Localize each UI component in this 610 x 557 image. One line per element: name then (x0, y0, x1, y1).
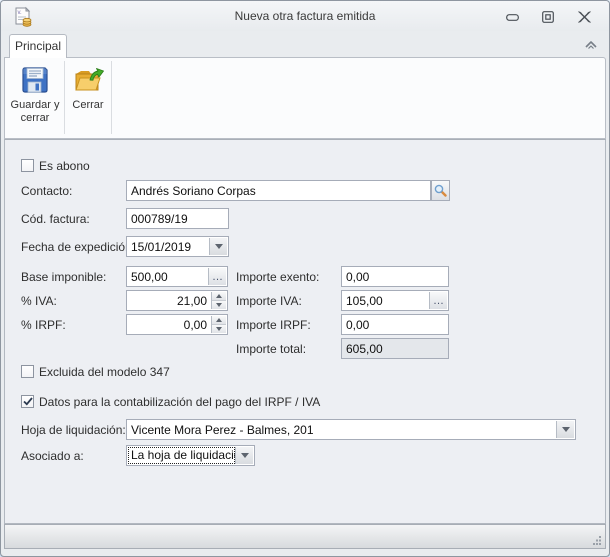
pct-iva-value: 21,00 (131, 294, 207, 309)
base-imponible-value: 500,00 (131, 270, 205, 285)
spin-down-button[interactable] (212, 324, 226, 333)
title-bar[interactable]: v. Nueva otra factura emitida (1, 1, 609, 31)
asociado-a-combobox[interactable]: La hoja de liquidación (126, 445, 255, 466)
close-button[interactable] (575, 9, 593, 25)
importe-iva-label: Importe IVA: (236, 294, 302, 308)
importe-irpf-input[interactable]: 0,00 (341, 314, 449, 335)
maximize-button[interactable] (539, 9, 557, 25)
pct-iva-spinner (211, 292, 226, 309)
excluida-347-checkbox[interactable] (21, 365, 34, 378)
fecha-dropdown-button[interactable] (209, 238, 227, 255)
search-icon (434, 184, 447, 197)
es-abono-checkbox[interactable] (21, 159, 34, 172)
asociado-a-value: La hoja de liquidación (129, 448, 234, 463)
base-imponible-label: Base imponible: (21, 270, 106, 284)
pct-iva-input[interactable]: 21,00 (126, 290, 228, 311)
cod-factura-label: Cód. factura: (21, 212, 90, 226)
fecha-expedicion-label: Fecha de expedición: (21, 240, 135, 254)
contacto-search-button[interactable] (431, 180, 450, 201)
minimize-icon (506, 14, 519, 21)
base-imponible-ellipsis-button[interactable]: … (208, 268, 226, 285)
close-form-label: Cerrar (72, 99, 103, 112)
pct-irpf-label: % IRPF: (21, 318, 66, 332)
dialog-window: v. Nueva otra factura emitida (0, 0, 610, 557)
spin-down-button[interactable] (212, 300, 226, 309)
importe-total-label: Importe total: (236, 342, 306, 356)
chevron-up-icon (584, 39, 598, 50)
asociado-a-label: Asociado a: (21, 449, 84, 463)
hoja-liquidacion-label: Hoja de liquidación: (21, 423, 126, 437)
ribbon-separator (111, 61, 112, 134)
chevron-down-icon (562, 427, 570, 432)
triangle-up-icon (216, 318, 222, 322)
datos-pago-label: Datos para la contabilización del pago d… (39, 395, 320, 409)
triangle-down-icon (216, 303, 222, 307)
save-and-close-button[interactable]: Guardar y cerrar (8, 60, 62, 135)
importe-iva-ellipsis-button[interactable]: … (429, 292, 447, 309)
contacto-input[interactable]: Andrés Soriano Corpas (126, 180, 431, 201)
asociado-a-dropdown-button[interactable] (235, 447, 253, 464)
triangle-down-icon (216, 327, 222, 331)
close-icon (578, 11, 591, 23)
spin-up-button[interactable] (212, 316, 226, 324)
contacto-value: Andrés Soriano Corpas (131, 184, 426, 199)
pct-irpf-value: 0,00 (131, 318, 207, 333)
minimize-button[interactable] (503, 9, 521, 25)
excluida-347-label: Excluida del modelo 347 (39, 365, 170, 379)
ellipsis-icon: … (433, 296, 444, 306)
cod-factura-value: 000789/19 (131, 212, 224, 227)
ribbon: Guardar y cerrar Cerrar (4, 57, 606, 139)
fecha-expedicion-input[interactable]: 15/01/2019 (126, 236, 229, 257)
ellipsis-icon: … (212, 272, 223, 282)
pct-iva-label: % IVA: (21, 294, 57, 308)
collapse-ribbon-button[interactable] (583, 37, 599, 51)
resize-grip[interactable] (592, 535, 602, 545)
save-icon (19, 64, 51, 96)
importe-iva-value: 105,00 (346, 294, 426, 309)
importe-iva-input[interactable]: 105,00 … (341, 290, 449, 311)
ribbon-separator (64, 61, 65, 134)
triangle-up-icon (216, 294, 222, 298)
importe-exento-value: 0,00 (346, 270, 444, 285)
importe-exento-label: Importe exento: (236, 270, 319, 284)
pct-irpf-spinner (211, 316, 226, 333)
base-imponible-input[interactable]: 500,00 … (126, 266, 228, 287)
importe-total-field: 605,00 (341, 338, 449, 359)
datos-pago-checkbox[interactable] (21, 395, 34, 408)
pct-irpf-input[interactable]: 0,00 (126, 314, 228, 335)
importe-total-value: 605,00 (346, 342, 444, 357)
hoja-liquidacion-dropdown-button[interactable] (556, 421, 574, 438)
importe-irpf-value: 0,00 (346, 318, 444, 333)
status-bar (4, 524, 606, 549)
hoja-liquidacion-combobox[interactable]: Vicente Mora Perez - Balmes, 201 (126, 419, 576, 440)
chevron-down-icon (241, 453, 249, 458)
es-abono-label: Es abono (39, 159, 90, 173)
save-and-close-label: Guardar y cerrar (8, 99, 62, 125)
close-folder-icon (72, 64, 104, 96)
spin-up-button[interactable] (212, 292, 226, 300)
contacto-label: Contacto: (21, 184, 72, 198)
chevron-down-icon (215, 244, 223, 249)
maximize-icon (542, 11, 554, 23)
cod-factura-input[interactable]: 000789/19 (126, 208, 229, 229)
tab-principal[interactable]: Principal (9, 34, 67, 58)
hoja-liquidacion-value: Vicente Mora Perez - Balmes, 201 (131, 423, 555, 438)
importe-irpf-label: Importe IRPF: (236, 318, 311, 332)
check-icon (23, 397, 33, 406)
importe-exento-input[interactable]: 0,00 (341, 266, 449, 287)
close-form-button[interactable]: Cerrar (66, 60, 110, 135)
